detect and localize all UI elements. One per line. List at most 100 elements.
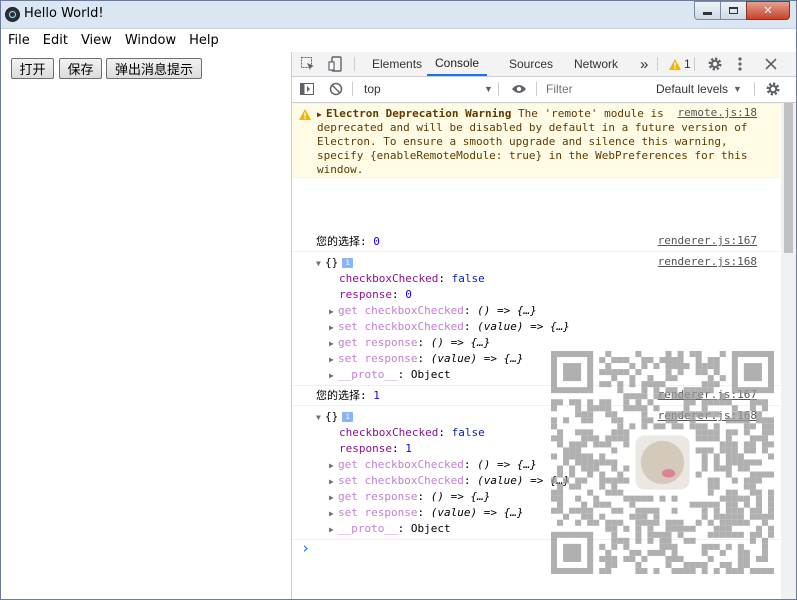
- object-accessor[interactable]: ▶ get checkboxChecked: () => {…}: [329, 303, 537, 319]
- device-toolbar-button[interactable]: [328, 52, 344, 76]
- console-log-line: 您的选择: 0: [316, 234, 380, 250]
- inspect-icon: [301, 57, 314, 70]
- menu-file[interactable]: File: [1, 33, 36, 48]
- property-value: 0: [405, 288, 412, 301]
- object-accessor[interactable]: ▶ get response: () => {…}: [329, 335, 490, 351]
- console-scrollbar[interactable]: [781, 103, 796, 599]
- context-selector-value[interactable]: top: [364, 77, 381, 101]
- expand-triangle-icon[interactable]: ▶: [329, 490, 338, 506]
- context-dropdown-arrow-icon[interactable]: ▼: [484, 77, 493, 101]
- property-value: 1: [405, 442, 412, 455]
- inspect-element-button[interactable]: [300, 52, 316, 76]
- object-accessor[interactable]: ▶ set checkboxChecked: (value) => {…}: [329, 473, 570, 489]
- accessor-value: () => {…}: [430, 336, 491, 349]
- show-message-button[interactable]: 弹出消息提示: [106, 58, 202, 79]
- save-button[interactable]: 保存: [59, 58, 102, 79]
- accessor-value: (value) => {…}: [477, 320, 570, 333]
- warnings-counter[interactable]: 1: [669, 52, 691, 76]
- accessor-key: set response: [338, 352, 418, 365]
- eye-icon: [512, 85, 526, 93]
- accessor-value: () => {…}: [430, 490, 491, 503]
- toolbar-divider: [694, 57, 695, 71]
- accessor-value: () => {…}: [477, 304, 537, 317]
- expand-triangle-icon[interactable]: ▶: [329, 522, 338, 538]
- tab-elements[interactable]: Elements: [372, 52, 422, 76]
- log-levels-dropdown[interactable]: Default levels ▼: [656, 77, 742, 101]
- tab-console[interactable]: Console: [427, 52, 488, 76]
- console-settings-button[interactable]: [765, 77, 781, 101]
- object-property: checkboxChecked: false: [339, 272, 485, 285]
- object-proto[interactable]: ▶ __proto__: Object: [329, 521, 451, 537]
- property-value: false: [451, 272, 485, 285]
- message-divider: [292, 251, 780, 252]
- toolbar-divider: [657, 57, 658, 71]
- menu-view[interactable]: View: [74, 33, 118, 48]
- minimize-button[interactable]: [694, 1, 720, 20]
- open-button[interactable]: 打开: [11, 58, 54, 79]
- object-preview: {}: [325, 410, 339, 423]
- expand-triangle-icon[interactable]: ▶: [329, 336, 338, 352]
- menu-help[interactable]: Help: [182, 33, 225, 48]
- clear-console-button[interactable]: [329, 77, 343, 101]
- toolbar-divider: [754, 82, 755, 96]
- object-header[interactable]: ▼{} i: [316, 255, 354, 272]
- collapse-triangle-icon[interactable]: ▼: [316, 256, 325, 272]
- source-link[interactable]: renderer.js:167: [658, 234, 757, 247]
- source-link[interactable]: remote.js:18: [678, 106, 757, 119]
- object-property: checkboxChecked: false: [339, 426, 485, 439]
- chevron-down-icon: ▼: [733, 84, 742, 94]
- toolbar-divider: [352, 82, 353, 96]
- expand-triangle-icon[interactable]: ▶: [329, 352, 338, 368]
- info-icon[interactable]: i: [342, 412, 354, 422]
- property-value: false: [451, 426, 485, 439]
- accessor-key: set response: [338, 506, 418, 519]
- object-header[interactable]: ▼{} i: [316, 409, 354, 426]
- expand-triangle-icon[interactable]: ▶: [329, 474, 338, 490]
- expand-triangle-icon[interactable]: ▶: [329, 368, 338, 384]
- toolbar-divider: [536, 82, 537, 96]
- expand-triangle-icon[interactable]: ▶: [329, 304, 338, 320]
- object-accessor[interactable]: ▶ get response: () => {…}: [329, 489, 490, 505]
- console-filter-input[interactable]: [544, 80, 648, 98]
- accessor-key: get checkboxChecked: [338, 304, 464, 317]
- accessor-value: (value) => {…}: [430, 506, 524, 519]
- devtools-tab-bar: Elements Console Sources Network » 1: [292, 52, 796, 77]
- proto-value: Object: [410, 368, 451, 381]
- sidebar-toggle-button[interactable]: [300, 77, 314, 101]
- warning-count: 1: [684, 57, 691, 71]
- property-key: response: [339, 442, 392, 455]
- object-proto[interactable]: ▶ __proto__: Object: [329, 367, 451, 383]
- deprecation-warning-message: ▶ Electron Deprecation Warning The 'remot…: [292, 103, 780, 178]
- warning-text: specify {enableRemoteModule: true} in th…: [317, 149, 748, 162]
- expand-triangle-icon[interactable]: ▶: [329, 506, 338, 522]
- live-expression-button[interactable]: [511, 77, 527, 101]
- menu-bar: File Edit View Window Help: [1, 29, 796, 51]
- object-accessor[interactable]: ▶ get checkboxChecked: () => {…}: [329, 457, 537, 473]
- more-tabs-button[interactable]: »: [640, 52, 648, 76]
- close-window-button[interactable]: ✕: [746, 1, 790, 20]
- object-accessor[interactable]: ▶ set response: (value) => {…}: [329, 505, 523, 521]
- console-prompt-icon: ›: [301, 539, 311, 557]
- expand-triangle-icon[interactable]: ▶: [329, 458, 338, 474]
- accessor-key: get checkboxChecked: [338, 458, 464, 471]
- tab-network[interactable]: Network: [574, 52, 618, 76]
- console-log-line: 您的选择: 1: [316, 388, 380, 404]
- info-icon[interactable]: i: [342, 258, 354, 268]
- warning-icon: [299, 109, 311, 120]
- close-devtools-button[interactable]: [765, 52, 777, 76]
- customize-menu-button[interactable]: [738, 52, 742, 76]
- maximize-button[interactable]: [720, 1, 746, 20]
- expand-triangle-icon[interactable]: ▶: [329, 320, 338, 336]
- tab-sources[interactable]: Sources: [509, 52, 553, 76]
- accessor-value: (value) => {…}: [430, 352, 524, 365]
- property-key: response: [339, 288, 392, 301]
- scrollbar-thumb[interactable]: [784, 103, 793, 253]
- collapse-triangle-icon[interactable]: ▼: [316, 410, 325, 426]
- object-accessor[interactable]: ▶ set checkboxChecked: (value) => {…}: [329, 319, 570, 335]
- menu-edit[interactable]: Edit: [36, 33, 74, 48]
- object-accessor[interactable]: ▶ set response: (value) => {…}: [329, 351, 523, 367]
- source-link[interactable]: renderer.js:168: [658, 255, 757, 268]
- menu-window[interactable]: Window: [118, 33, 182, 48]
- title-bar[interactable]: Hello World! ✕: [1, 1, 796, 29]
- settings-button[interactable]: [707, 52, 723, 76]
